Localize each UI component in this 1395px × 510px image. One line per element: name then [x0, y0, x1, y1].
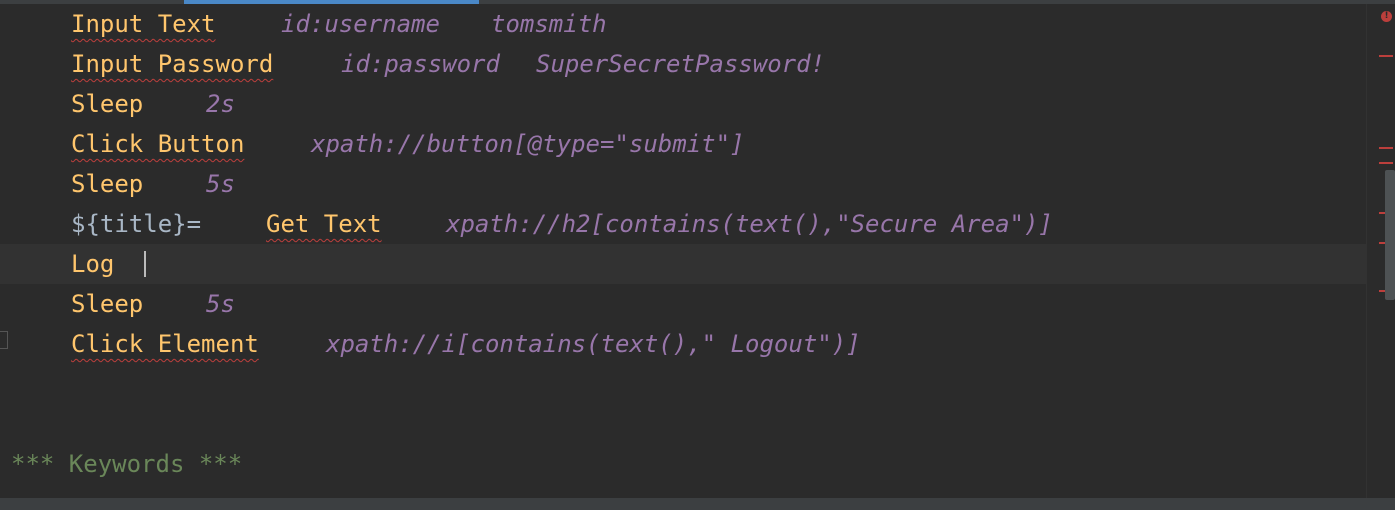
- error-stripe-marker[interactable]: [1379, 55, 1393, 57]
- code-editor[interactable]: Input Text id:username tomsmith Input Pa…: [0, 0, 1395, 510]
- keyword-token: Sleep: [71, 90, 144, 118]
- argument-token: id:username: [281, 10, 440, 38]
- argument-token: xpath://button[@type="submit"]: [311, 130, 745, 158]
- argument-token: 2s: [206, 90, 235, 118]
- code-line[interactable]: Sleep 5s: [0, 164, 1366, 204]
- code-line[interactable]: Input Password id:password SuperSecretPa…: [0, 44, 1366, 84]
- code-line[interactable]: Click Element xpath://i[contains(text(),…: [0, 324, 1366, 364]
- keyword-token: Log: [71, 250, 115, 278]
- code-line[interactable]: Click Button xpath://button[@type="submi…: [0, 124, 1366, 164]
- section-header: *** Keywords ***: [11, 450, 243, 478]
- code-line[interactable]: *** Keywords ***: [0, 444, 1366, 484]
- code-line[interactable]: Sleep 5s: [0, 284, 1366, 324]
- argument-token: 5s: [206, 170, 235, 198]
- error-icon[interactable]: !: [1381, 11, 1392, 22]
- code-line[interactable]: ${title}= Get Text xpath://h2[contains(t…: [0, 204, 1366, 244]
- argument-token: xpath://i[contains(text()," Logout")]: [326, 330, 861, 358]
- keyword-token: Click Element: [71, 330, 259, 358]
- horizontal-scrollbar[interactable]: [0, 498, 1395, 510]
- keyword-token: Input Text: [71, 10, 216, 38]
- error-stripe-marker[interactable]: [1379, 162, 1393, 164]
- keyword-token: Input Password: [71, 50, 274, 78]
- argument-token: 5s: [206, 290, 235, 318]
- code-line[interactable]: Sleep 2s: [0, 84, 1366, 124]
- argument-token: xpath://h2[contains(text(),"Secure Area"…: [446, 210, 1053, 238]
- keyword-token: Click Button: [71, 130, 245, 158]
- keyword-token: Get Text: [266, 210, 382, 238]
- argument-token: SuperSecretPassword!: [536, 50, 825, 78]
- keyword-token: Sleep: [71, 290, 144, 318]
- error-stripe-marker[interactable]: [1379, 147, 1393, 149]
- argument-token: id:password: [341, 50, 500, 78]
- scrollbar-thumb[interactable]: [1385, 170, 1395, 300]
- variable-token: ${title}=: [71, 210, 202, 238]
- text-caret: [144, 251, 146, 277]
- vertical-scrollbar[interactable]: !: [1366, 4, 1395, 498]
- keyword-token: Sleep: [71, 170, 144, 198]
- code-area[interactable]: Input Text id:username tomsmith Input Pa…: [0, 4, 1366, 498]
- fold-marker-icon[interactable]: [0, 331, 8, 349]
- code-line-current[interactable]: Log: [0, 244, 1366, 284]
- argument-token: tomsmith: [491, 10, 607, 38]
- code-line[interactable]: Input Text id:username tomsmith: [0, 4, 1366, 44]
